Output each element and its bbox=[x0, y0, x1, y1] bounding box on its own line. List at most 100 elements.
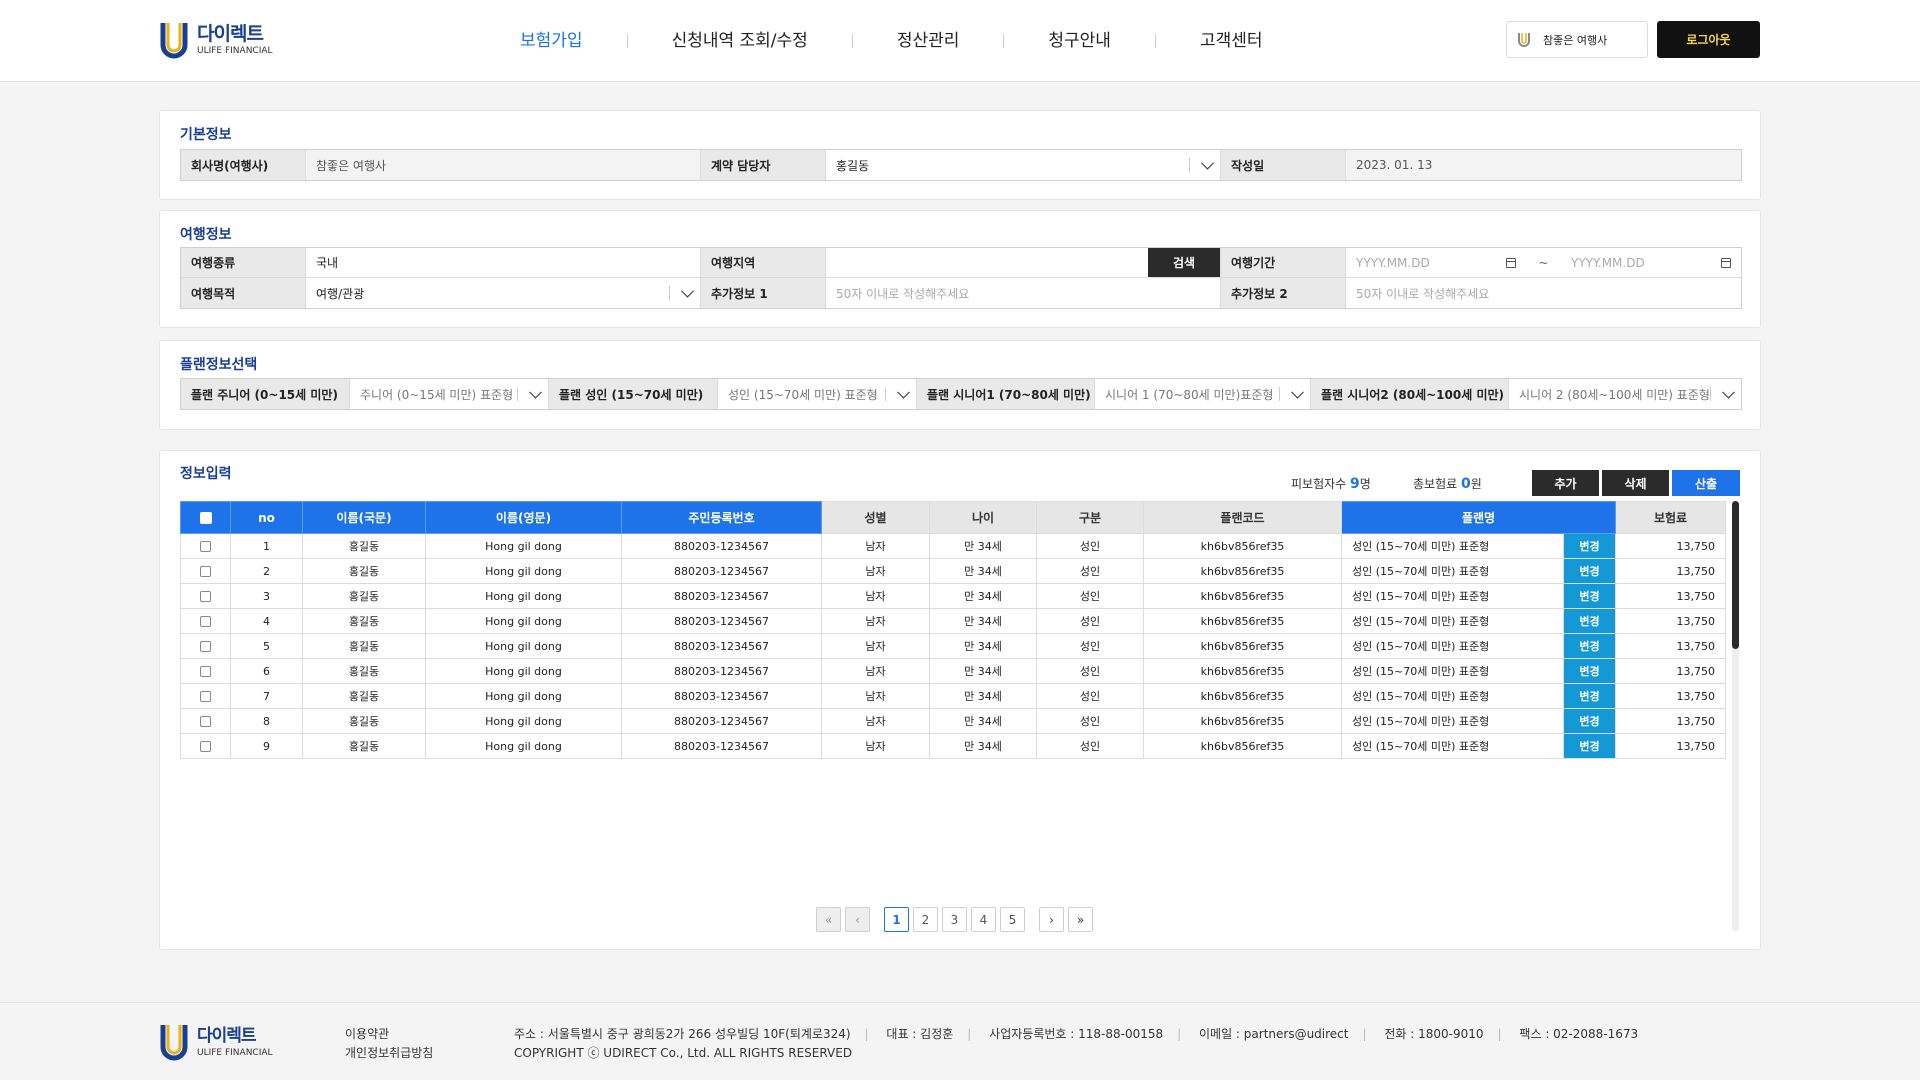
plan-junior-value: 주니어 (0~15세 미만) 표준형 bbox=[360, 387, 514, 402]
cell-no: 3 bbox=[230, 583, 303, 609]
next-page-icon[interactable]: › bbox=[1039, 907, 1064, 932]
table-scrollbar[interactable] bbox=[1732, 501, 1739, 931]
change-plan-button[interactable]: 변경 bbox=[1563, 708, 1616, 734]
table-row[interactable]: 9 홍길동 Hong gil dong 880203-1234567 남자 만 34세 성인… bbox=[180, 733, 1726, 759]
plan-senior1-select[interactable]: 시니어 1 (70~80세 미만)표준형 bbox=[1095, 379, 1311, 409]
table-row[interactable]: 5 홍길동 Hong gil dong 880203-1234567 남자 만 34세 성인… bbox=[180, 633, 1726, 659]
plan-junior-select[interactable]: 주니어 (0~15세 미만) 표준형 bbox=[350, 379, 549, 409]
cell-plan: 성인 (15~70세 미만) 표준형 bbox=[1341, 608, 1564, 634]
cell-code: kh6bv856ref35 bbox=[1143, 683, 1342, 709]
table-row[interactable]: 2 홍길동 Hong gil dong 880203-1234567 남자 만 34세 성인… bbox=[180, 558, 1726, 584]
terms-link[interactable]: 이용약관 bbox=[345, 1025, 433, 1044]
add-button[interactable]: 추가 bbox=[1532, 470, 1599, 496]
row-checkbox[interactable] bbox=[200, 616, 211, 627]
cell-age: 만 34세 bbox=[929, 608, 1037, 634]
logo[interactable]: 다이렉트 ULIFE FINANCIAL bbox=[159, 19, 273, 61]
company-field: 참좋은 여행사 bbox=[306, 150, 701, 180]
cell-gender: 남자 bbox=[821, 558, 930, 584]
nav-item-insurance-signup[interactable]: 보험가입 bbox=[476, 29, 627, 53]
row-select-cell bbox=[180, 658, 231, 684]
row-checkbox[interactable] bbox=[200, 666, 211, 677]
table-row[interactable]: 4 홍길동 Hong gil dong 880203-1234567 남자 만 34세 성인… bbox=[180, 608, 1726, 634]
plan-senior2-select[interactable]: 시니어 2 (80세~100세 미만) 표준형 bbox=[1509, 379, 1741, 409]
search-button[interactable]: 검색 bbox=[1148, 248, 1220, 277]
table-header-row: no 이름(국문) 이름(영문) 주민등록번호 성별 나이 구분 플랜코드 플랜… bbox=[180, 501, 1726, 534]
change-plan-button[interactable]: 변경 bbox=[1563, 658, 1616, 684]
start-date-input[interactable]: YYYY.MM.DD bbox=[1356, 256, 1516, 270]
last-page-icon[interactable]: » bbox=[1068, 907, 1093, 932]
plan-adult-select[interactable]: 성인 (15~70세 미만) 표준형 bbox=[718, 379, 917, 409]
page-2[interactable]: 2 bbox=[913, 907, 938, 932]
footer-info: 주소 : 서울특별시 중구 광희동2가 266 성우빌딩 10F(퇴계로324)… bbox=[514, 1025, 1652, 1063]
manager-select[interactable]: 홍길동 bbox=[826, 150, 1221, 180]
cell-type: 성인 bbox=[1036, 608, 1144, 634]
select-divider bbox=[1710, 387, 1711, 401]
row-checkbox[interactable] bbox=[200, 691, 211, 702]
change-plan-button[interactable]: 변경 bbox=[1563, 583, 1616, 609]
cell-name-kr: 홍길동 bbox=[302, 708, 426, 734]
cell-age: 만 34세 bbox=[929, 533, 1037, 559]
table-row[interactable]: 7 홍길동 Hong gil dong 880203-1234567 남자 만 34세 성인… bbox=[180, 683, 1726, 709]
page-5[interactable]: 5 bbox=[1000, 907, 1025, 932]
cell-no: 2 bbox=[230, 558, 303, 584]
prev-page-icon[interactable]: ‹ bbox=[845, 907, 870, 932]
privacy-link[interactable]: 개인정보취급방침 bbox=[345, 1044, 433, 1063]
travel-type-field[interactable]: 국내 bbox=[306, 248, 701, 277]
select-all-checkbox[interactable] bbox=[199, 512, 212, 524]
row-select-cell bbox=[180, 608, 231, 634]
page-1[interactable]: 1 bbox=[884, 907, 909, 932]
cell-rrn: 880203-1234567 bbox=[621, 608, 822, 634]
row-checkbox[interactable] bbox=[200, 566, 211, 577]
row-checkbox[interactable] bbox=[200, 641, 211, 652]
logout-button[interactable]: 로그아웃 bbox=[1657, 21, 1760, 58]
row-checkbox[interactable] bbox=[200, 591, 211, 602]
cell-name-kr: 홍길동 bbox=[302, 583, 426, 609]
table-row[interactable]: 8 홍길동 Hong gil dong 880203-1234567 남자 만 34세 성인… bbox=[180, 708, 1726, 734]
travel-purpose-select[interactable]: 여행/관광 bbox=[306, 278, 701, 308]
travel-region-input[interactable]: 검색 bbox=[826, 248, 1221, 277]
cell-age: 만 34세 bbox=[929, 708, 1037, 734]
cell-gender: 남자 bbox=[821, 608, 930, 634]
cell-premium: 13,750 bbox=[1615, 533, 1726, 559]
travel-period-field: YYYY.MM.DD ~ YYYY.MM.DD bbox=[1346, 248, 1741, 277]
change-plan-button[interactable]: 변경 bbox=[1563, 558, 1616, 584]
calendar-icon[interactable] bbox=[1721, 257, 1731, 268]
change-plan-button[interactable]: 변경 bbox=[1563, 633, 1616, 659]
nav-item-customer-center[interactable]: 고객센터 bbox=[1156, 29, 1307, 53]
cell-type: 성인 bbox=[1036, 733, 1144, 759]
table-row[interactable]: 3 홍길동 Hong gil dong 880203-1234567 남자 만 34세 성인… bbox=[180, 583, 1726, 609]
change-plan-button[interactable]: 변경 bbox=[1563, 733, 1616, 759]
delete-button[interactable]: 삭제 bbox=[1602, 470, 1669, 496]
change-plan-button[interactable]: 변경 bbox=[1563, 608, 1616, 634]
company-badge: 참좋은 여행사 bbox=[1506, 21, 1648, 58]
row-select-cell bbox=[180, 733, 231, 759]
change-plan-button[interactable]: 변경 bbox=[1563, 683, 1616, 709]
page-3[interactable]: 3 bbox=[942, 907, 967, 932]
first-page-icon[interactable]: « bbox=[816, 907, 841, 932]
scrollbar-thumb[interactable] bbox=[1732, 501, 1739, 649]
calculate-button[interactable]: 산출 bbox=[1672, 470, 1740, 496]
cell-code: kh6bv856ref35 bbox=[1143, 608, 1342, 634]
plan-senior2-label: 플랜 시니어2 (80세~100세 미만) bbox=[1311, 379, 1509, 409]
page-4[interactable]: 4 bbox=[971, 907, 996, 932]
company-name: 참좋은 여행사 bbox=[1543, 33, 1608, 47]
col-rrn: 주민등록번호 bbox=[621, 501, 822, 534]
change-plan-button[interactable]: 변경 bbox=[1563, 533, 1616, 559]
nav-item-settlement[interactable]: 정산관리 bbox=[853, 29, 1004, 53]
calendar-icon[interactable] bbox=[1506, 257, 1516, 268]
end-date-input[interactable]: YYYY.MM.DD bbox=[1571, 256, 1731, 270]
plan-senior2-value: 시니어 2 (80세~100세 미만) 표준형 bbox=[1519, 387, 1710, 402]
nav-item-claims[interactable]: 청구안내 bbox=[1004, 29, 1155, 53]
row-checkbox[interactable] bbox=[200, 716, 211, 727]
row-select-cell bbox=[180, 558, 231, 584]
extra-info-2-input[interactable]: 50자 이내로 작성해주세요 bbox=[1346, 278, 1741, 308]
col-plan-code: 플랜코드 bbox=[1143, 501, 1342, 534]
row-checkbox[interactable] bbox=[200, 541, 211, 552]
basic-info-grid: 회사명(여행사) 참좋은 여행사 계약 담당자 홍길동 작성일 2023. 01… bbox=[180, 149, 1742, 181]
table-row[interactable]: 6 홍길동 Hong gil dong 880203-1234567 남자 만 34세 성인… bbox=[180, 658, 1726, 684]
extra-info-1-input[interactable]: 50자 이내로 작성해주세요 bbox=[826, 278, 1221, 308]
row-checkbox[interactable] bbox=[200, 741, 211, 752]
table-row[interactable]: 1 홍길동 Hong gil dong 880203-1234567 남자 만 34세 성인… bbox=[180, 533, 1726, 559]
cell-premium: 13,750 bbox=[1615, 558, 1726, 584]
nav-item-application-history[interactable]: 신청내역 조회/수정 bbox=[628, 29, 852, 53]
